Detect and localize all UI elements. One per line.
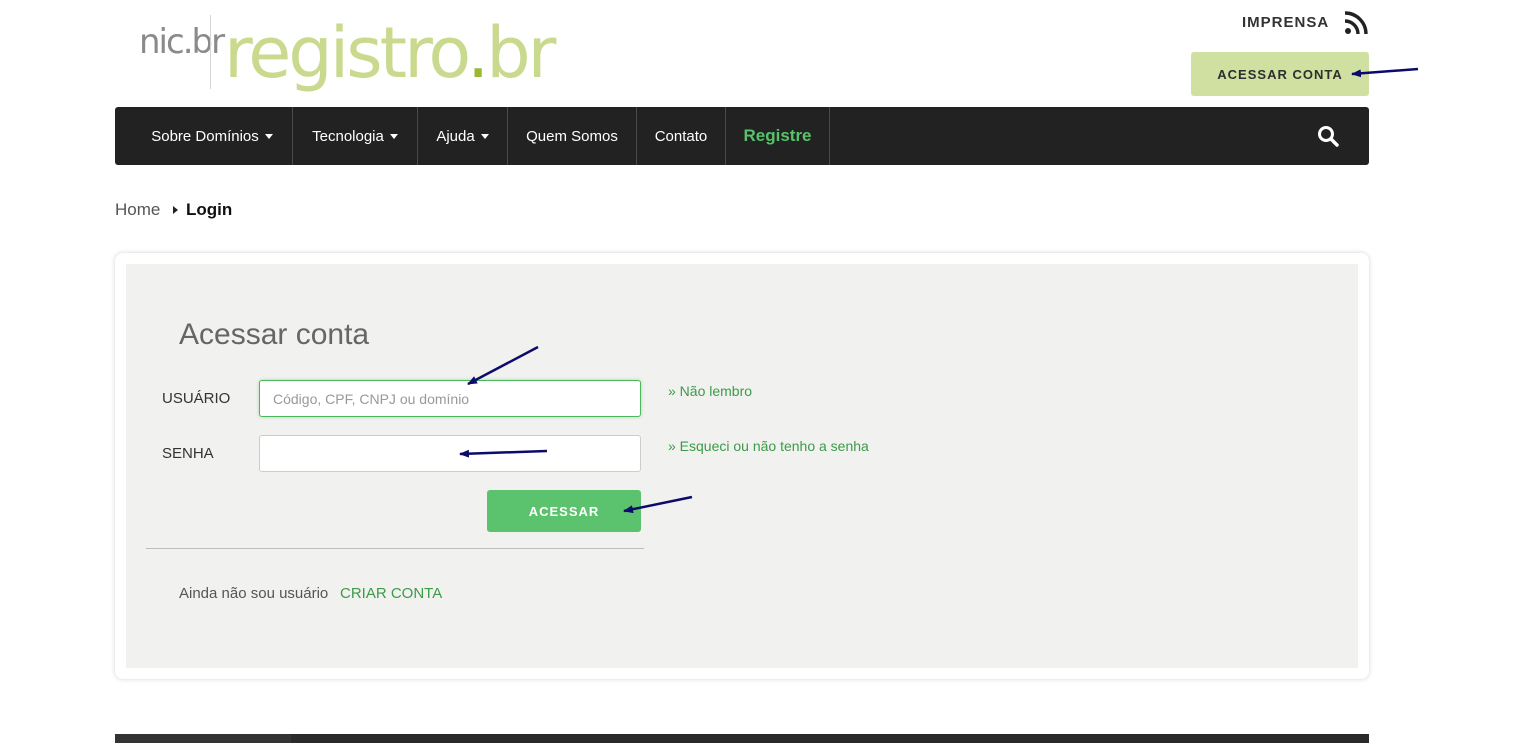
search-icon[interactable] <box>1316 124 1340 148</box>
main-navbar: Sobre Domínios Tecnologia Ajuda Quem Som… <box>115 107 1369 165</box>
esqueci-senha-link[interactable]: » Esqueci ou não tenho a senha <box>668 438 869 454</box>
nav-registre[interactable]: Registre <box>726 107 830 165</box>
nav-label: Registre <box>743 126 812 145</box>
imprensa-link[interactable]: IMPRENSA <box>1242 14 1329 31</box>
footer-bar <box>115 734 1369 743</box>
breadcrumb-separator-icon <box>173 206 178 214</box>
nav-label: Contato <box>654 127 708 145</box>
senha-label: SENHA <box>162 445 214 462</box>
signup-prompt: Ainda não sou usuário <box>179 585 329 602</box>
nav-label: Ajuda <box>436 127 475 145</box>
breadcrumb-current: Login <box>186 200 233 219</box>
registro-br-logo[interactable]: registro.br <box>224 8 556 98</box>
senha-input[interactable] <box>259 435 641 472</box>
breadcrumb-home[interactable]: Home <box>115 200 160 220</box>
logo-brand-main: registro <box>224 12 470 94</box>
nav-contato[interactable]: Contato <box>637 107 726 165</box>
nav-quem-somos[interactable]: Quem Somos <box>508 107 637 165</box>
logo-brand-dot: . <box>466 12 489 94</box>
form-divider <box>146 548 644 549</box>
acessar-conta-button[interactable]: ACESSAR CONTA <box>1191 52 1369 96</box>
nav-sobre-dominios[interactable]: Sobre Domínios <box>132 107 293 165</box>
caret-down-icon <box>480 133 489 139</box>
rss-icon[interactable] <box>1344 11 1368 35</box>
acessar-submit-button[interactable]: ACESSAR <box>487 490 641 532</box>
logo-divider <box>210 15 211 89</box>
usuario-input[interactable] <box>259 380 641 417</box>
footer-bar-segment <box>115 734 291 743</box>
usuario-label: USUÁRIO <box>162 390 231 407</box>
caret-down-icon <box>264 133 273 139</box>
nav-label: Tecnologia <box>312 127 384 145</box>
login-title: Acessar conta <box>179 318 370 351</box>
nao-lembro-link[interactable]: » Não lembro <box>668 383 752 399</box>
caret-down-icon <box>389 133 398 139</box>
nav-label: Sobre Domínios <box>151 127 259 145</box>
criar-conta-link[interactable]: CRIAR CONTA <box>340 585 442 602</box>
nav-label: Quem Somos <box>526 127 618 145</box>
nav-tecnologia[interactable]: Tecnologia <box>293 107 418 165</box>
logo-brand-tld: br <box>486 12 556 94</box>
nav-ajuda[interactable]: Ajuda <box>418 107 508 165</box>
